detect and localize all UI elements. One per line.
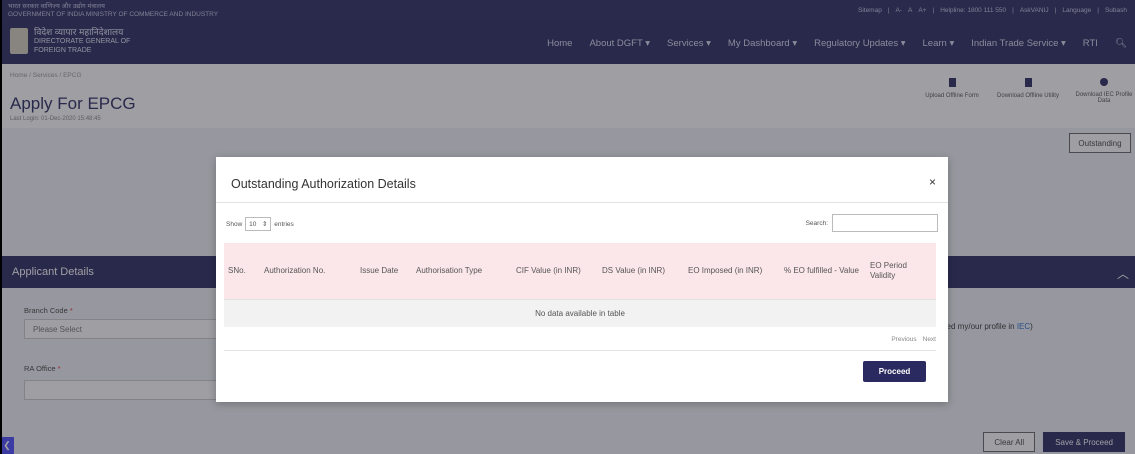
next-page-button[interactable]: Next	[923, 336, 936, 343]
previous-page-button[interactable]: Previous	[891, 336, 916, 343]
column-header[interactable]: CIF Value (in INR)	[512, 243, 598, 299]
column-header[interactable]: EO Period Validity	[866, 243, 936, 299]
table-header-row: SNo. Authorization No. Issue Date Author…	[224, 243, 936, 299]
pagination: Previous Next	[891, 336, 936, 343]
table-row: No data available in table	[224, 298, 936, 327]
column-header[interactable]: Issue Date	[356, 243, 412, 299]
column-header[interactable]: Authorisation Type	[412, 243, 512, 299]
authorization-table: SNo. Authorization No. Issue Date Author…	[224, 243, 936, 327]
divider	[224, 350, 936, 351]
close-icon[interactable]: ×	[929, 175, 936, 189]
show-entries-control: Show 10 ⇕ entries	[226, 217, 294, 231]
entries-select[interactable]: 10 ⇕	[245, 217, 272, 231]
window-edge	[0, 0, 2, 454]
divider	[216, 202, 948, 203]
modal-title: Outstanding Authorization Details	[231, 177, 416, 191]
search-input[interactable]	[832, 214, 938, 232]
proceed-button[interactable]: Proceed	[863, 361, 926, 382]
sort-arrows-icon: ⇕	[261, 221, 268, 228]
column-header[interactable]: EO Imposed (in INR)	[684, 243, 780, 299]
column-header[interactable]: DS Value (in INR)	[598, 243, 684, 299]
column-header[interactable]: SNo.	[224, 243, 260, 299]
outstanding-authorization-modal: Outstanding Authorization Details × Show…	[216, 157, 948, 402]
column-header[interactable]: % EO fulfilled - Value	[780, 243, 866, 299]
column-header[interactable]: Authorization No.	[260, 243, 356, 299]
empty-table-message: No data available in table	[224, 298, 936, 327]
table-search: Search:	[806, 214, 938, 232]
